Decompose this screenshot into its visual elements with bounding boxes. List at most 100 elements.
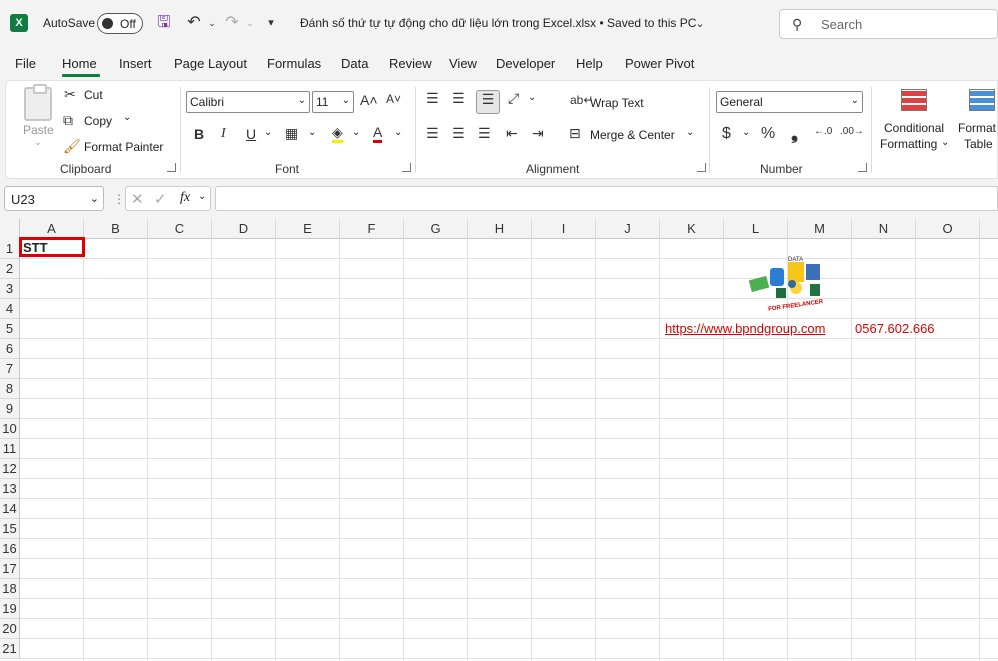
paste-label[interactable]: Paste <box>23 123 54 137</box>
font-name-select[interactable]: Calibri ⌄ <box>186 91 310 113</box>
tab-home[interactable]: Home <box>62 56 97 71</box>
column-header-c[interactable]: C <box>148 219 212 239</box>
column-header-d[interactable]: D <box>212 219 276 239</box>
formula-input[interactable] <box>215 186 998 211</box>
format-table-icon[interactable] <box>969 89 995 111</box>
title-chevron-down-icon[interactable]: ⌄ <box>690 14 710 34</box>
tab-file[interactable]: File <box>15 56 36 71</box>
row-header-20[interactable]: 20 <box>0 619 20 639</box>
format-painter-icon[interactable]: 🖌 <box>63 138 81 155</box>
copy-icon[interactable]: ⧉ <box>63 112 73 129</box>
tab-formulas[interactable]: Formulas <box>267 56 321 71</box>
column-header-l[interactable]: L <box>724 219 788 239</box>
cut-icon[interactable]: ✂ <box>64 86 76 103</box>
column-header-o[interactable]: O <box>916 219 980 239</box>
row-header-9[interactable]: 9 <box>0 399 20 419</box>
row-header-1[interactable]: 1 <box>0 239 20 259</box>
font-color-dropdown-icon[interactable]: ⌄ <box>394 127 402 138</box>
decrease-indent-icon[interactable]: ⇤ <box>506 125 518 142</box>
column-header-i[interactable]: I <box>532 219 596 239</box>
format-table-label-2[interactable]: Table <box>964 137 993 151</box>
wrap-text-button[interactable]: Wrap Text <box>590 96 644 110</box>
row-header-12[interactable]: 12 <box>0 459 20 479</box>
row-header-7[interactable]: 7 <box>0 359 20 379</box>
increase-font-icon[interactable]: A˄ <box>360 92 378 108</box>
align-top-icon[interactable]: ☰ <box>426 90 439 107</box>
save-icon[interactable]: 🖫 <box>154 13 174 33</box>
format-painter-button[interactable]: Format Painter <box>84 140 163 154</box>
customize-toolbar-icon[interactable]: ▾ <box>261 13 281 33</box>
tab-review[interactable]: Review <box>389 56 432 71</box>
fill-color-dropdown-icon[interactable]: ⌄ <box>352 127 360 138</box>
align-right-icon[interactable]: ☰ <box>478 125 491 142</box>
tab-developer[interactable]: Developer <box>496 56 555 71</box>
copy-button[interactable]: Copy <box>84 114 112 128</box>
tab-insert[interactable]: Insert <box>119 56 152 71</box>
select-all-corner[interactable] <box>0 219 20 239</box>
bpnd-data-logo[interactable]: DATA FOR FREELANCER <box>748 254 828 312</box>
column-header-n[interactable]: N <box>852 219 916 239</box>
borders-dropdown-icon[interactable]: ⌄ <box>308 127 316 138</box>
row-header-15[interactable]: 15 <box>0 519 20 539</box>
search-box[interactable]: ⚲ Search <box>779 9 998 39</box>
column-header-j[interactable]: J <box>596 219 660 239</box>
copy-dropdown-icon[interactable]: ⌄ <box>123 112 131 123</box>
row-header-5[interactable]: 5 <box>0 319 20 339</box>
row-header-17[interactable]: 17 <box>0 559 20 579</box>
row-header-2[interactable]: 2 <box>0 259 20 279</box>
column-header-g[interactable]: G <box>404 219 468 239</box>
name-box[interactable]: U23 ⌄ <box>4 186 104 211</box>
row-header-8[interactable]: 8 <box>0 379 20 399</box>
decrease-decimal-icon[interactable]: .00→ <box>840 126 864 137</box>
row-header-18[interactable]: 18 <box>0 579 20 599</box>
align-middle-icon[interactable]: ☰ <box>452 90 465 107</box>
underline-button[interactable]: U <box>246 126 256 142</box>
number-format-select[interactable]: General ⌄ <box>716 91 863 113</box>
column-header-h[interactable]: H <box>468 219 532 239</box>
row-header-11[interactable]: 11 <box>0 439 20 459</box>
redo-icon[interactable]: ↷ <box>222 13 242 33</box>
row-header-21[interactable]: 21 <box>0 639 20 659</box>
currency-button[interactable]: $ <box>722 125 731 143</box>
column-header-f[interactable]: F <box>340 219 404 239</box>
align-center-icon[interactable]: ☰ <box>452 125 465 142</box>
paste-icon[interactable] <box>24 84 52 121</box>
font-size-select[interactable]: 11 ⌄ <box>312 91 354 113</box>
tab-data[interactable]: Data <box>341 56 368 71</box>
cell-k5-link[interactable]: https://www.bpndgroup.com <box>665 321 825 336</box>
number-dialog-launcher-icon[interactable] <box>858 163 867 172</box>
paste-dropdown-icon[interactable]: ⌄ <box>34 137 42 148</box>
undo-icon[interactable]: ↶ <box>184 13 204 33</box>
row-header-6[interactable]: 6 <box>0 339 20 359</box>
comma-button[interactable]: ❟ <box>791 123 798 144</box>
conditional-formatting-icon[interactable] <box>901 89 927 111</box>
tab-power-pivot[interactable]: Power Pivot <box>625 56 694 71</box>
font-dialog-launcher-icon[interactable] <box>402 163 411 172</box>
worksheet-grid[interactable]: ABCDEFGHIJKLMNO 1 2 3 4 5 6 7 8 9 10 11 12 13 14 15 16 1… <box>0 219 998 661</box>
increase-indent-icon[interactable]: ⇥ <box>532 125 544 142</box>
conditional-formatting-label-1[interactable]: Conditional <box>884 121 944 135</box>
merge-center-icon[interactable]: ⊟ <box>569 125 581 142</box>
bold-button[interactable]: B <box>194 126 204 142</box>
fill-color-icon[interactable]: ◈ <box>332 124 343 143</box>
borders-icon[interactable]: ▦ <box>285 125 298 142</box>
column-header-a[interactable]: A <box>20 219 84 239</box>
undo-dropdown-icon[interactable]: ⌄ <box>202 13 222 33</box>
column-header-m[interactable]: M <box>788 219 852 239</box>
conditional-formatting-label-2[interactable]: Formatting <box>880 137 937 151</box>
row-header-10[interactable]: 10 <box>0 419 20 439</box>
orientation-icon[interactable]: ⤢ <box>508 90 519 107</box>
row-header-4[interactable]: 4 <box>0 299 20 319</box>
document-title[interactable]: Đánh số thứ tự tự động cho dữ liệu lớn t… <box>300 16 696 30</box>
column-header-k[interactable]: K <box>660 219 724 239</box>
insert-function-button[interactable]: fx <box>180 190 190 206</box>
cancel-icon[interactable]: ✕ <box>131 190 144 208</box>
row-header-16[interactable]: 16 <box>0 539 20 559</box>
column-header-b[interactable]: B <box>84 219 148 239</box>
tab-help[interactable]: Help <box>576 56 603 71</box>
italic-button[interactable]: I <box>221 126 226 142</box>
font-color-icon[interactable]: A <box>373 124 383 143</box>
align-left-icon[interactable]: ☰ <box>426 125 439 142</box>
currency-dropdown-icon[interactable]: ⌄ <box>742 127 750 138</box>
redo-dropdown-icon[interactable]: ⌄ <box>240 13 260 33</box>
